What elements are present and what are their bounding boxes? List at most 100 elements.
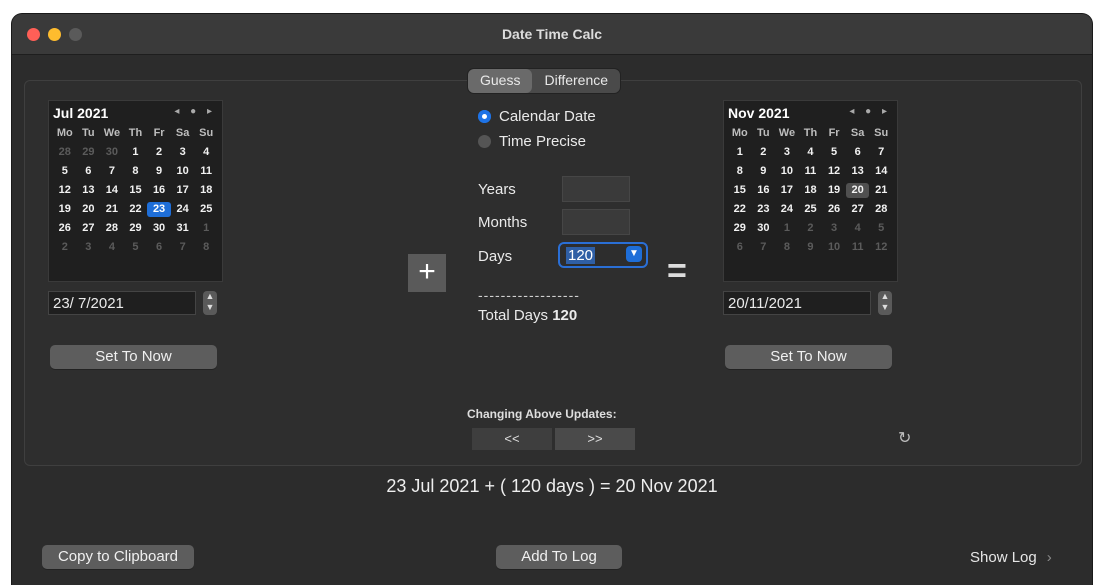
calendar-day[interactable]: 21 [100, 202, 124, 217]
start-date-stepper[interactable]: ▲ ▼ [203, 291, 217, 315]
calendar-day[interactable]: 29 [77, 145, 101, 160]
calendar-day[interactable]: 15 [124, 183, 148, 198]
calendar-day[interactable]: 30 [100, 145, 124, 160]
calendar-day[interactable]: 13 [77, 183, 101, 198]
calendar-day[interactable]: 12 [822, 164, 846, 179]
calendar-day[interactable]: 24 [775, 202, 799, 217]
right-set-to-now-button[interactable]: Set To Now [725, 345, 892, 369]
calendar-day[interactable]: 28 [869, 202, 893, 217]
calendar-day[interactable]: 29 [124, 221, 148, 236]
chevron-down-icon[interactable]: ▼ [626, 246, 642, 262]
calendar-day[interactable]: 3 [775, 145, 799, 160]
calendar-nav-arrows[interactable]: ◂ ● ▸ [849, 106, 891, 117]
calendar-day[interactable]: 12 [53, 183, 77, 198]
calendar-day[interactable]: 7 [100, 164, 124, 179]
days-combo-field[interactable]: 120 ▼ [558, 242, 648, 268]
start-date-calendar[interactable]: Jul 2021 ◂ ● ▸ Mo Tu We Th Fr Sa Su 28 29 30 1 2 3 4 5… [48, 100, 223, 282]
end-date-stepper[interactable]: ▲ ▼ [878, 291, 892, 315]
calendar-day[interactable]: 8 [194, 240, 218, 255]
copy-to-clipboard-button[interactable]: Copy to Clipboard [42, 545, 194, 569]
calendar-day[interactable]: 9 [752, 164, 776, 179]
calendar-day[interactable]: 6 [147, 240, 171, 255]
calendar-day[interactable]: 30 [147, 221, 171, 236]
calendar-day[interactable]: 7 [752, 240, 776, 255]
calendar-day[interactable]: 23 [752, 202, 776, 217]
calendar-day[interactable]: 4 [100, 240, 124, 255]
calendar-day[interactable]: 9 [799, 240, 823, 255]
calendar-day[interactable]: 31 [171, 221, 195, 236]
time-precise-radio[interactable]: Time Precise [478, 133, 586, 150]
calendar-day[interactable]: 9 [147, 164, 171, 179]
calendar-day[interactable]: 8 [728, 164, 752, 179]
calendar-day[interactable]: 10 [171, 164, 195, 179]
calendar-day[interactable]: 10 [822, 240, 846, 255]
calendar-day[interactable]: 27 [77, 221, 101, 236]
calendar-day[interactable]: 18 [194, 183, 218, 198]
calendar-day[interactable]: 11 [799, 164, 823, 179]
calendar-day[interactable]: 6 [846, 145, 870, 160]
calendar-day[interactable]: 22 [124, 202, 148, 217]
end-date-calendar[interactable]: Nov 2021 ◂ ● ▸ Mo Tu We Th Fr Sa Su 1 2 3 4 5 6 7 8 9 10… [723, 100, 898, 282]
calendar-day[interactable]: 22 [728, 202, 752, 217]
calendar-day[interactable]: 7 [869, 145, 893, 160]
calendar-day[interactable]: 15 [728, 183, 752, 198]
calendar-day[interactable]: 6 [728, 240, 752, 255]
tab-difference[interactable]: Difference [532, 69, 620, 93]
calendar-day[interactable]: 3 [822, 221, 846, 236]
calendar-day[interactable]: 29 [728, 221, 752, 236]
calendar-day[interactable]: 7 [171, 240, 195, 255]
calendar-day[interactable]: 17 [171, 183, 195, 198]
calendar-day[interactable]: 21 [869, 183, 893, 198]
calendar-day[interactable]: 11 [846, 240, 870, 255]
calendar-day[interactable]: 18 [799, 183, 823, 198]
calendar-day[interactable]: 4 [799, 145, 823, 160]
calendar-day[interactable]: 5 [869, 221, 893, 236]
update-forward-button[interactable]: >> [555, 428, 635, 450]
calendar-day[interactable]: 28 [100, 221, 124, 236]
calendar-day[interactable]: 16 [147, 183, 171, 198]
calendar-day[interactable]: 1 [775, 221, 799, 236]
calendar-day[interactable]: 24 [171, 202, 195, 217]
calendar-day[interactable]: 6 [77, 164, 101, 179]
calendar-day[interactable]: 4 [846, 221, 870, 236]
calendar-date-radio[interactable]: Calendar Date [478, 108, 596, 125]
calendar-day[interactable]: 2 [53, 240, 77, 255]
calendar-nav-arrows[interactable]: ◂ ● ▸ [174, 106, 216, 117]
calendar-day[interactable]: 14 [869, 164, 893, 179]
calendar-day[interactable]: 12 [869, 240, 893, 255]
calendar-day[interactable]: 1 [124, 145, 148, 160]
calendar-day[interactable]: 16 [752, 183, 776, 198]
calendar-day[interactable]: 30 [752, 221, 776, 236]
calendar-day[interactable]: 23 [147, 202, 171, 217]
refresh-icon[interactable]: ↻ [898, 428, 911, 448]
update-back-button[interactable]: << [472, 428, 552, 450]
calendar-day[interactable]: 19 [53, 202, 77, 217]
end-date-field[interactable]: 20/11/2021 [723, 291, 871, 315]
calendar-day[interactable]: 10 [775, 164, 799, 179]
calendar-day[interactable]: 20 [845, 183, 870, 198]
months-field[interactable] [562, 209, 630, 235]
add-to-log-button[interactable]: Add To Log [496, 545, 622, 569]
calendar-day[interactable]: 19 [822, 183, 846, 198]
calendar-day[interactable]: 25 [194, 202, 218, 217]
calendar-day[interactable]: 26 [822, 202, 846, 217]
calendar-day[interactable]: 27 [846, 202, 870, 217]
years-field[interactable] [562, 176, 630, 202]
tab-guess[interactable]: Guess [468, 69, 533, 93]
calendar-day[interactable]: 28 [53, 145, 77, 160]
calendar-day[interactable]: 11 [194, 164, 218, 179]
show-log-button[interactable]: Show Log › [970, 549, 1052, 566]
plus-button[interactable]: + [408, 254, 446, 292]
left-set-to-now-button[interactable]: Set To Now [50, 345, 217, 369]
calendar-day[interactable]: 26 [53, 221, 77, 236]
calendar-day[interactable]: 5 [124, 240, 148, 255]
calendar-day[interactable]: 13 [846, 164, 870, 179]
calendar-day[interactable]: 4 [194, 145, 218, 160]
calendar-day[interactable]: 17 [775, 183, 799, 198]
calendar-day[interactable]: 14 [100, 183, 124, 198]
calendar-day[interactable]: 8 [775, 240, 799, 255]
calendar-day[interactable]: 2 [752, 145, 776, 160]
calendar-day[interactable]: 1 [194, 221, 218, 236]
calendar-day[interactable]: 5 [822, 145, 846, 160]
calendar-day[interactable]: 3 [171, 145, 195, 160]
